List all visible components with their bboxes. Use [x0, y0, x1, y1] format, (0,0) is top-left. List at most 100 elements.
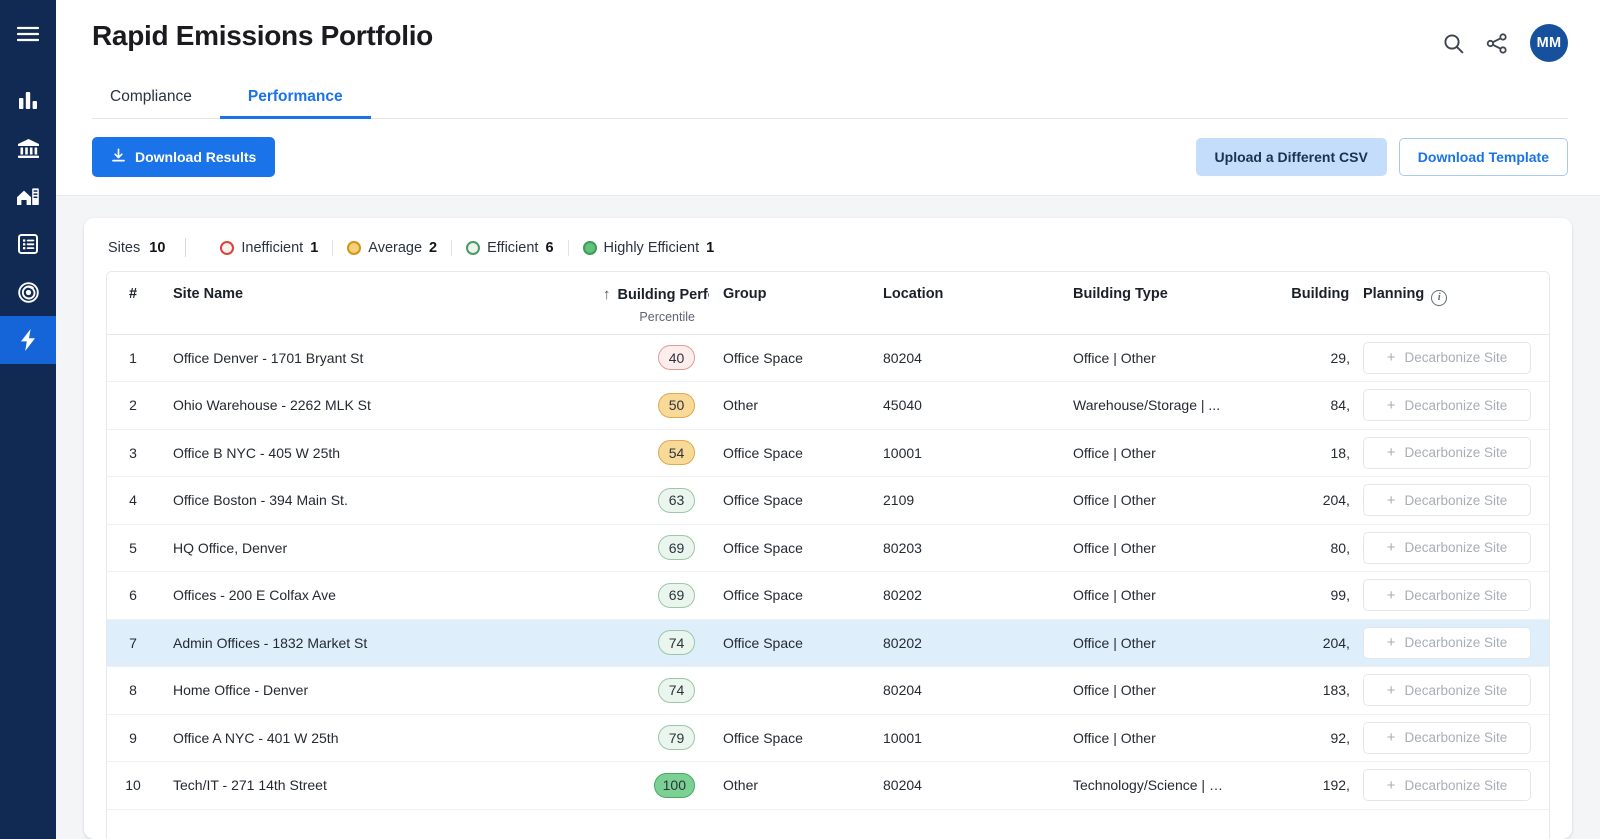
cell-location: 10001 — [869, 429, 1059, 477]
cell-location: 45040 — [869, 381, 1059, 430]
planning-info-icon[interactable]: i — [1431, 289, 1448, 306]
cell-site-name: Office Boston - 394 Main St. — [159, 476, 589, 525]
top-actions: MM — [1443, 18, 1568, 62]
table-row[interactable]: 9 Office A NYC - 401 W 25th 79 Office Space… — [107, 714, 1549, 762]
sites-table-container[interactable]: # Site Name ↑ Building Performance i Perce… — [106, 271, 1550, 839]
table-row[interactable]: 4 Office Boston - 394 Main St. 63 Office Sp… — [107, 476, 1549, 525]
table-row[interactable]: 3 Office B NYC - 405 W 25th 54 Office Space… — [107, 429, 1549, 477]
legend: Sites 10 Inefficient 1 Average 2 Efficie… — [106, 236, 1550, 271]
table-head: # Site Name ↑ Building Performance i Perce… — [107, 272, 1549, 335]
sidebar-item-targets[interactable] — [0, 268, 56, 316]
cell-building-performance[interactable]: 74 — [589, 666, 709, 715]
results-card: Sites 10 Inefficient 1 Average 2 Efficie… — [84, 218, 1572, 839]
efficient-dot-icon — [466, 240, 481, 255]
cell-building-performance[interactable]: 74 — [589, 619, 709, 667]
performance-badge[interactable]: 74 — [658, 677, 695, 703]
cell-building-performance[interactable]: 79 — [589, 714, 709, 762]
upload-csv-button[interactable]: Upload a Different CSV — [1195, 138, 1387, 176]
decarbonize-site-button[interactable]: + Decarbonize Site — [1363, 484, 1531, 517]
cell-index: 8 — [107, 666, 159, 715]
cell-group: Other — [709, 761, 869, 810]
col-header-planning[interactable]: Planning i — [1349, 272, 1549, 335]
legend-item-highly-efficient[interactable]: Highly Efficient 1 — [569, 240, 729, 256]
col-header-site-name[interactable]: Site Name — [159, 272, 589, 335]
download-results-button[interactable]: Download Results — [92, 137, 276, 177]
cell-location: 80204 — [869, 761, 1059, 810]
legend-label-inefficient: Inefficient — [241, 239, 304, 256]
legend-count-average: 2 — [429, 239, 438, 256]
performance-badge[interactable]: 40 — [658, 345, 695, 371]
performance-badge[interactable]: 69 — [658, 582, 695, 608]
sidebar-item-reports[interactable] — [0, 220, 56, 268]
decarbonize-site-button[interactable]: + Decarbonize Site — [1363, 721, 1531, 754]
table-row[interactable]: 10 Tech/IT - 271 14th Street 100 Other 80204… — [107, 761, 1549, 810]
sidebar-item-menu-toggle[interactable] — [0, 10, 56, 58]
download-results-label: Download Results — [135, 149, 257, 165]
table-row[interactable]: 2 Ohio Warehouse - 2262 MLK St 50 Other 4504… — [107, 381, 1549, 430]
performance-badge[interactable]: 74 — [658, 630, 695, 656]
decarbonize-site-label: Decarbonize Site — [1404, 540, 1508, 556]
cell-site-name: Tech/IT - 271 14th Street — [159, 761, 589, 810]
search-icon[interactable] — [1443, 33, 1464, 54]
legend-label-efficient: Efficient — [487, 239, 539, 256]
plus-icon: + — [1386, 444, 1396, 462]
col-header-location[interactable]: Location — [869, 272, 1059, 335]
performance-badge[interactable]: 100 — [653, 772, 695, 798]
col-header-index[interactable]: # — [107, 272, 159, 335]
cell-group: Office Space — [709, 714, 869, 762]
cell-building-performance[interactable]: 40 — [589, 334, 709, 382]
table-row[interactable]: 7 Admin Offices - 1832 Market St 74 Office … — [107, 619, 1549, 667]
sidebar-item-buildings[interactable] — [0, 172, 56, 220]
legend-item-efficient[interactable]: Efficient 6 — [452, 239, 569, 256]
decarbonize-site-button[interactable]: + Decarbonize Site — [1363, 626, 1531, 659]
table-row[interactable]: 5 HQ Office, Denver 69 Office Space 80203 Off… — [107, 524, 1549, 572]
sidebar-item-portfolio[interactable] — [0, 124, 56, 172]
table-row[interactable]: 8 Home Office - Denver 74 80204 Office | Oth… — [107, 666, 1549, 715]
cell-planning: + Decarbonize Site — [1349, 524, 1549, 572]
legend-item-average[interactable]: Average 2 — [333, 239, 453, 256]
col-header-building-type[interactable]: Building Type — [1059, 272, 1244, 335]
cell-site-name: Home Office - Denver — [159, 666, 589, 715]
performance-badge[interactable]: 63 — [658, 487, 695, 513]
col-header-building-performance[interactable]: ↑Building Performancei Percentile — [589, 272, 709, 335]
table-row[interactable]: 1 Office Denver - 1701 Bryant St 40 Office … — [107, 334, 1549, 382]
decarbonize-site-button[interactable]: + Decarbonize Site — [1363, 389, 1531, 422]
performance-badge[interactable]: 54 — [658, 440, 695, 466]
col-header-group[interactable]: Group — [709, 272, 869, 335]
sidebar-item-analytics[interactable] — [0, 76, 56, 124]
cell-planning: + Decarbonize Site — [1349, 619, 1549, 667]
tab-compliance[interactable]: Compliance — [92, 82, 220, 118]
cell-building-performance[interactable]: 69 — [589, 524, 709, 572]
performance-badge[interactable]: 69 — [658, 535, 695, 561]
cell-building-performance[interactable]: 63 — [589, 476, 709, 525]
performance-badge[interactable]: 79 — [658, 725, 695, 751]
share-icon[interactable] — [1486, 32, 1508, 54]
avatar[interactable]: MM — [1530, 24, 1568, 62]
cell-site-name: Ohio Warehouse - 2262 MLK St — [159, 381, 589, 430]
target-icon — [17, 281, 40, 304]
cell-building-performance[interactable]: 54 — [589, 429, 709, 477]
sidebar-item-emissions[interactable] — [0, 316, 56, 364]
hamburger-menu-icon — [17, 26, 39, 42]
sites-table: # Site Name ↑ Building Performance i Perce… — [107, 272, 1549, 810]
cell-building-performance[interactable]: 50 — [589, 381, 709, 430]
table-row[interactable]: 6 Offices - 200 E Colfax Ave 69 Office Spac… — [107, 571, 1549, 620]
decarbonize-site-button[interactable]: + Decarbonize Site — [1363, 436, 1531, 469]
performance-badge[interactable]: 50 — [658, 392, 695, 418]
decarbonize-site-button[interactable]: + Decarbonize Site — [1363, 531, 1531, 564]
decarbonize-site-button[interactable]: + Decarbonize Site — [1363, 674, 1531, 707]
cell-index: 3 — [107, 429, 159, 477]
cell-building-performance[interactable]: 69 — [589, 571, 709, 620]
decarbonize-site-button[interactable]: + Decarbonize Site — [1363, 769, 1531, 802]
legend-item-inefficient[interactable]: Inefficient 1 — [206, 239, 334, 256]
decarbonize-site-button[interactable]: + Decarbonize Site — [1363, 341, 1531, 374]
tab-performance[interactable]: Performance — [219, 82, 371, 119]
decarbonize-site-label: Decarbonize Site — [1404, 445, 1508, 461]
cell-building-performance[interactable]: 100 — [589, 761, 709, 810]
decarbonize-site-button[interactable]: + Decarbonize Site — [1363, 579, 1531, 612]
table-header-row: # Site Name ↑ Building Performance i Perce… — [107, 272, 1549, 335]
cell-group: Office Space — [709, 619, 869, 667]
plus-icon: + — [1386, 729, 1396, 747]
plus-icon: + — [1386, 586, 1396, 604]
download-template-button[interactable]: Download Template — [1398, 138, 1568, 176]
